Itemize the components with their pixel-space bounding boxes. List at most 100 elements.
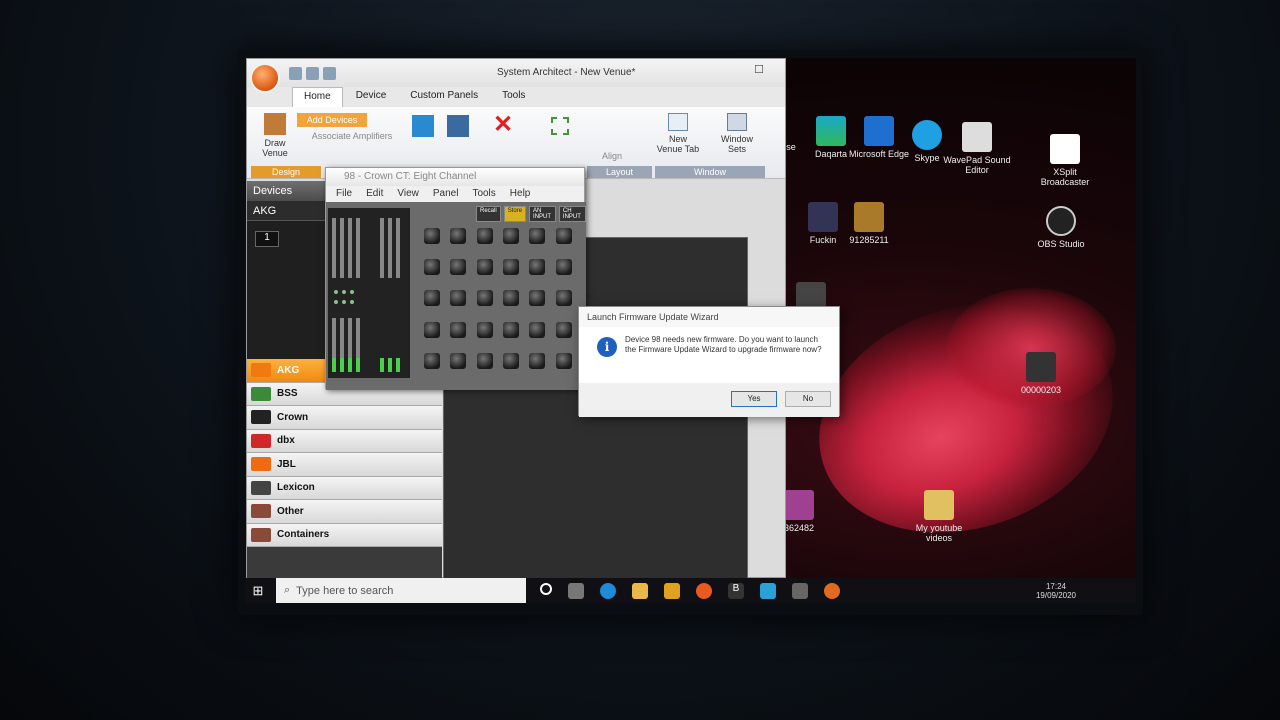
menu-panel[interactable]: Panel bbox=[433, 188, 459, 200]
tab-device[interactable]: Device bbox=[345, 87, 398, 107]
cortana-icon[interactable] bbox=[540, 582, 552, 595]
add-devices-button[interactable]: Add Devices bbox=[297, 113, 367, 127]
tab-tools[interactable]: Tools bbox=[491, 87, 536, 107]
desktop-icon-xsplit[interactable]: XSplit Broadcaster bbox=[1030, 134, 1100, 187]
knob[interactable] bbox=[476, 352, 493, 369]
knob[interactable] bbox=[450, 290, 467, 307]
menu-tools[interactable]: Tools bbox=[472, 188, 495, 200]
taskbar: ⊞ ⌕ Type here to search B 17:24 19/09/20… bbox=[246, 578, 1136, 603]
recall-button[interactable]: Recall bbox=[476, 206, 501, 222]
display-icon[interactable] bbox=[447, 115, 469, 137]
an-input-button[interactable]: AN INPUT bbox=[529, 206, 556, 222]
store-button[interactable]: Store bbox=[503, 206, 527, 222]
window-sets-button[interactable]: Window Sets bbox=[717, 113, 757, 154]
task-view-icon[interactable] bbox=[568, 582, 584, 599]
dialog-footer: Yes No bbox=[579, 383, 839, 417]
desktop-icon-youtube-videos[interactable]: My youtube videos bbox=[904, 490, 974, 543]
b-app-icon[interactable]: B bbox=[728, 582, 744, 599]
system-clock[interactable]: 17:24 19/09/2020 bbox=[1036, 582, 1076, 600]
akg-logo-icon bbox=[251, 363, 271, 378]
maximize-button[interactable]: ☐ bbox=[739, 63, 779, 81]
ch-input-button[interactable]: CH INPUT bbox=[558, 206, 586, 222]
knob[interactable] bbox=[424, 228, 440, 244]
desktop-icon-wavepad[interactable]: WavePad Sound Editor bbox=[942, 122, 1012, 175]
knob[interactable] bbox=[424, 290, 440, 307]
online-icon[interactable] bbox=[289, 67, 302, 80]
store-icon[interactable] bbox=[664, 582, 680, 599]
taskbar-search-input[interactable]: ⌕ Type here to search bbox=[276, 578, 526, 603]
manufacturer-dbx[interactable]: dbx bbox=[247, 429, 442, 453]
menu-view[interactable]: View bbox=[397, 188, 419, 200]
image-icon bbox=[784, 490, 814, 520]
knob[interactable] bbox=[424, 352, 440, 369]
knob[interactable] bbox=[555, 259, 572, 276]
knob[interactable] bbox=[529, 352, 546, 369]
knob[interactable] bbox=[529, 321, 546, 338]
desktop-icon-obs[interactable]: OBS Studio bbox=[1026, 206, 1096, 249]
yes-button[interactable]: Yes bbox=[731, 391, 777, 407]
manufacturer-jbl[interactable]: JBL bbox=[247, 453, 442, 477]
knob[interactable] bbox=[529, 259, 546, 276]
knob[interactable] bbox=[503, 290, 519, 307]
system-architect-icon[interactable] bbox=[824, 582, 840, 599]
knob[interactable] bbox=[476, 259, 493, 276]
windows-start-icon[interactable]: ⊞ bbox=[246, 578, 270, 603]
knob[interactable] bbox=[529, 290, 546, 307]
knob[interactable] bbox=[450, 259, 467, 276]
knob[interactable] bbox=[476, 228, 493, 244]
associate-amplifiers-button[interactable]: Associate Amplifiers bbox=[297, 131, 407, 141]
manufacturer-containers[interactable]: Containers bbox=[247, 523, 442, 547]
lexicon-logo-icon bbox=[251, 480, 271, 495]
knob[interactable] bbox=[503, 259, 519, 276]
app-menu-orb[interactable] bbox=[250, 63, 280, 93]
undo-icon[interactable] bbox=[323, 67, 336, 80]
knob[interactable] bbox=[424, 259, 440, 276]
xsplit-icon bbox=[1050, 134, 1080, 164]
knob[interactable] bbox=[450, 352, 467, 369]
app-window-icon[interactable] bbox=[792, 582, 808, 599]
knob[interactable] bbox=[555, 228, 572, 244]
edge-icon bbox=[864, 116, 894, 146]
desktop-icon-00000203[interactable]: 00000203 bbox=[1006, 352, 1076, 395]
device-control-panel: 98 - Crown CT: Eight Channel File Edit V… bbox=[325, 167, 586, 390]
no-button[interactable]: No bbox=[785, 391, 831, 407]
knob[interactable] bbox=[503, 352, 519, 369]
menu-edit[interactable]: Edit bbox=[366, 188, 383, 200]
knob[interactable] bbox=[424, 321, 440, 338]
draw-venue-button[interactable]: Draw Venue bbox=[257, 113, 293, 158]
menu-file[interactable]: File bbox=[336, 188, 352, 200]
align-button[interactable]: Align bbox=[597, 151, 627, 161]
knob[interactable] bbox=[450, 228, 467, 244]
knob[interactable] bbox=[476, 290, 493, 307]
firefox-icon[interactable] bbox=[696, 582, 712, 599]
knob[interactable] bbox=[555, 290, 572, 307]
knob[interactable] bbox=[555, 321, 572, 338]
desktop-icon-91285211[interactable]: 91285211 bbox=[834, 202, 904, 245]
monitor-icon[interactable] bbox=[412, 115, 434, 137]
knob[interactable] bbox=[450, 321, 467, 338]
knob[interactable] bbox=[555, 352, 572, 369]
knob-grid bbox=[418, 222, 580, 382]
search-icon: ⌕ bbox=[284, 584, 291, 596]
knob[interactable] bbox=[503, 228, 519, 244]
ribbon-tabs: Home Device Custom Panels Tools bbox=[247, 87, 785, 107]
select-icon[interactable] bbox=[551, 117, 569, 135]
edge-icon[interactable] bbox=[600, 582, 616, 599]
manufacturer-lexicon[interactable]: Lexicon bbox=[247, 476, 442, 500]
manufacturer-other[interactable]: Other bbox=[247, 500, 442, 524]
mail-icon[interactable] bbox=[760, 582, 776, 599]
screen: ense Daqarta Microsoft Edge Skype WavePa… bbox=[246, 58, 1136, 603]
window-sets-icon bbox=[727, 113, 747, 131]
save-icon[interactable] bbox=[306, 67, 319, 80]
menu-help[interactable]: Help bbox=[510, 188, 531, 200]
quantity-stepper[interactable]: 1 bbox=[255, 231, 279, 247]
knob[interactable] bbox=[503, 321, 519, 338]
knob[interactable] bbox=[476, 321, 493, 338]
file-explorer-icon[interactable] bbox=[632, 582, 648, 599]
manufacturer-crown[interactable]: Crown bbox=[247, 406, 442, 430]
delete-icon[interactable]: ✕ bbox=[491, 113, 515, 137]
tab-custom-panels[interactable]: Custom Panels bbox=[399, 87, 489, 107]
tab-home[interactable]: Home bbox=[292, 87, 343, 107]
new-venue-tab-button[interactable]: New Venue Tab bbox=[655, 113, 701, 154]
knob[interactable] bbox=[529, 228, 546, 244]
